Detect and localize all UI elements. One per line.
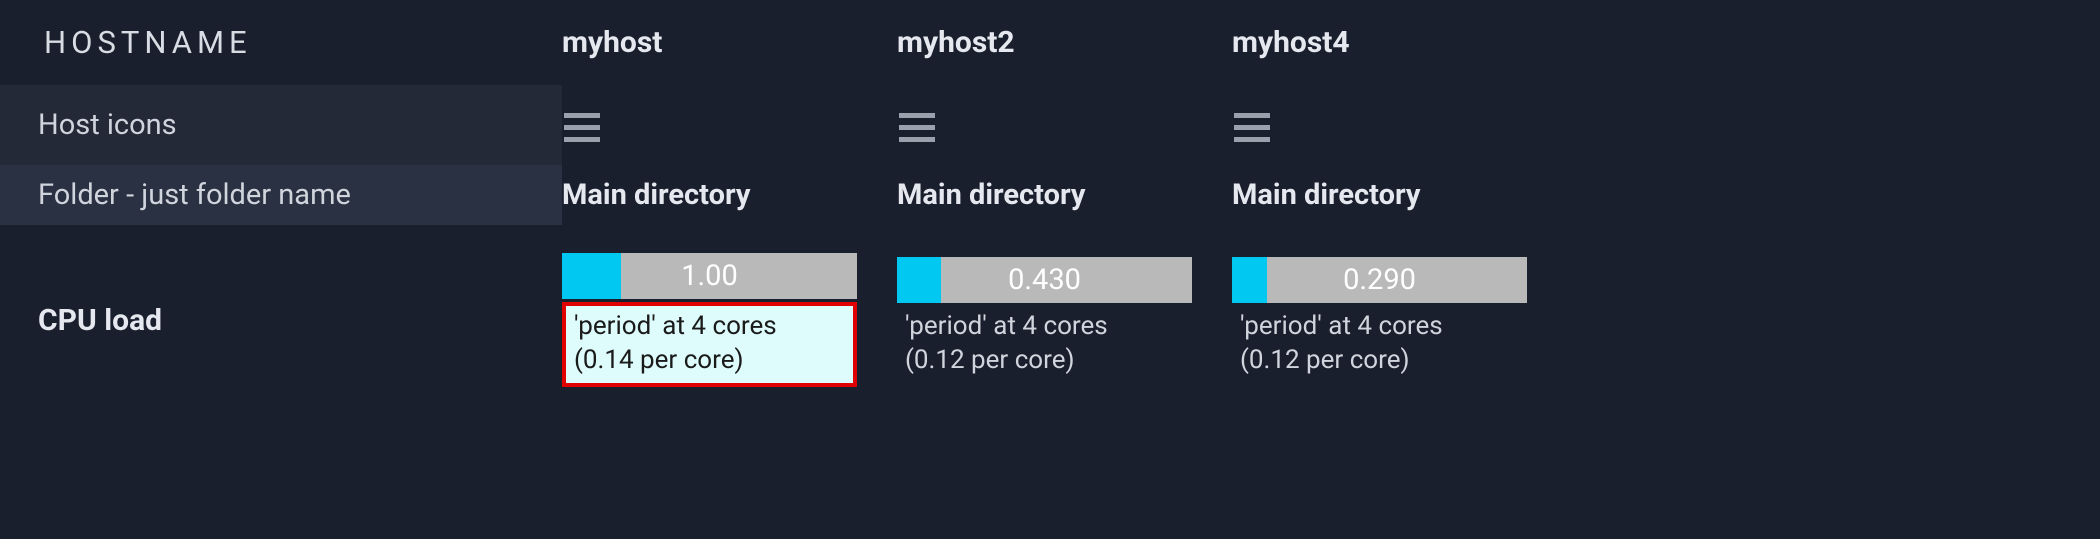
host-comparison-grid: HOSTNAME Host icons Folder - just folder… bbox=[0, 0, 2100, 539]
host-icons-cell bbox=[562, 85, 877, 165]
cpu-cell: 0.290 'period' at 4 cores (0.12 per core… bbox=[1232, 225, 1547, 400]
cpu-detail-line1: 'period' at 4 cores bbox=[574, 310, 845, 344]
host-name[interactable]: myhost2 bbox=[897, 25, 1015, 60]
host-icons-cell bbox=[1232, 85, 1547, 165]
cpu-detail-line1: 'period' at 4 cores bbox=[905, 310, 1184, 344]
cpu-detail-line2: (0.14 per core) bbox=[574, 344, 845, 378]
hostname-header-label: HOSTNAME bbox=[0, 24, 252, 61]
cpu-detail-line2: (0.12 per core) bbox=[1240, 344, 1519, 378]
cpu-load-value: 1.00 bbox=[562, 259, 857, 293]
row-labels-column: HOSTNAME Host icons Folder - just folder… bbox=[0, 0, 562, 539]
folder-label: Folder - just folder name bbox=[0, 165, 562, 225]
cpu-load-bar: 1.00 bbox=[562, 253, 857, 299]
burger-icon[interactable] bbox=[897, 108, 935, 142]
cpu-load-bar: 0.430 bbox=[897, 257, 1192, 303]
cpu-load-value: 0.290 bbox=[1232, 263, 1527, 297]
cpu-load-bar: 0.290 bbox=[1232, 257, 1527, 303]
cpu-load-detail: 'period' at 4 cores (0.12 per core) bbox=[897, 306, 1192, 384]
header-row: HOSTNAME bbox=[0, 0, 562, 85]
folder-name: Main directory bbox=[897, 178, 1085, 212]
folder-row-label-cell: Folder - just folder name bbox=[0, 165, 562, 225]
host-header-cell: myhost2 bbox=[897, 0, 1212, 85]
folder-name: Main directory bbox=[562, 178, 750, 212]
cpu-detail-line2: (0.12 per core) bbox=[905, 344, 1184, 378]
host-column: myhost Main directory 1.00 'period' at 4… bbox=[562, 0, 897, 539]
cpu-detail-line1: 'period' at 4 cores bbox=[1240, 310, 1519, 344]
folder-cell: Main directory bbox=[562, 165, 877, 225]
host-column: myhost4 Main directory 0.290 'period' at… bbox=[1232, 0, 1567, 539]
cpu-cell: 0.430 'period' at 4 cores (0.12 per core… bbox=[897, 225, 1212, 400]
cpu-load-detail-highlighted: 'period' at 4 cores (0.14 per core) bbox=[562, 302, 857, 388]
cpu-load-value: 0.430 bbox=[897, 263, 1192, 297]
host-header-cell: myhost4 bbox=[1232, 0, 1547, 85]
folder-name: Main directory bbox=[1232, 178, 1420, 212]
host-header-cell: myhost bbox=[562, 0, 877, 85]
cpu-load-label: CPU load bbox=[0, 303, 162, 338]
host-icons-label: Host icons bbox=[0, 85, 562, 165]
folder-cell: Main directory bbox=[897, 165, 1212, 225]
host-icons-row-label-cell: Host icons bbox=[0, 85, 562, 165]
host-column: myhost2 Main directory 0.430 'period' at… bbox=[897, 0, 1232, 539]
cpu-cell: 1.00 'period' at 4 cores (0.14 per core) bbox=[562, 225, 877, 400]
burger-icon[interactable] bbox=[1232, 108, 1270, 142]
cpu-row-label-cell: CPU load bbox=[0, 225, 562, 400]
host-icons-cell bbox=[897, 85, 1212, 165]
burger-icon[interactable] bbox=[562, 108, 600, 142]
folder-cell: Main directory bbox=[1232, 165, 1547, 225]
host-name[interactable]: myhost bbox=[562, 25, 662, 60]
cpu-load-detail: 'period' at 4 cores (0.12 per core) bbox=[1232, 306, 1527, 384]
host-name[interactable]: myhost4 bbox=[1232, 25, 1350, 60]
